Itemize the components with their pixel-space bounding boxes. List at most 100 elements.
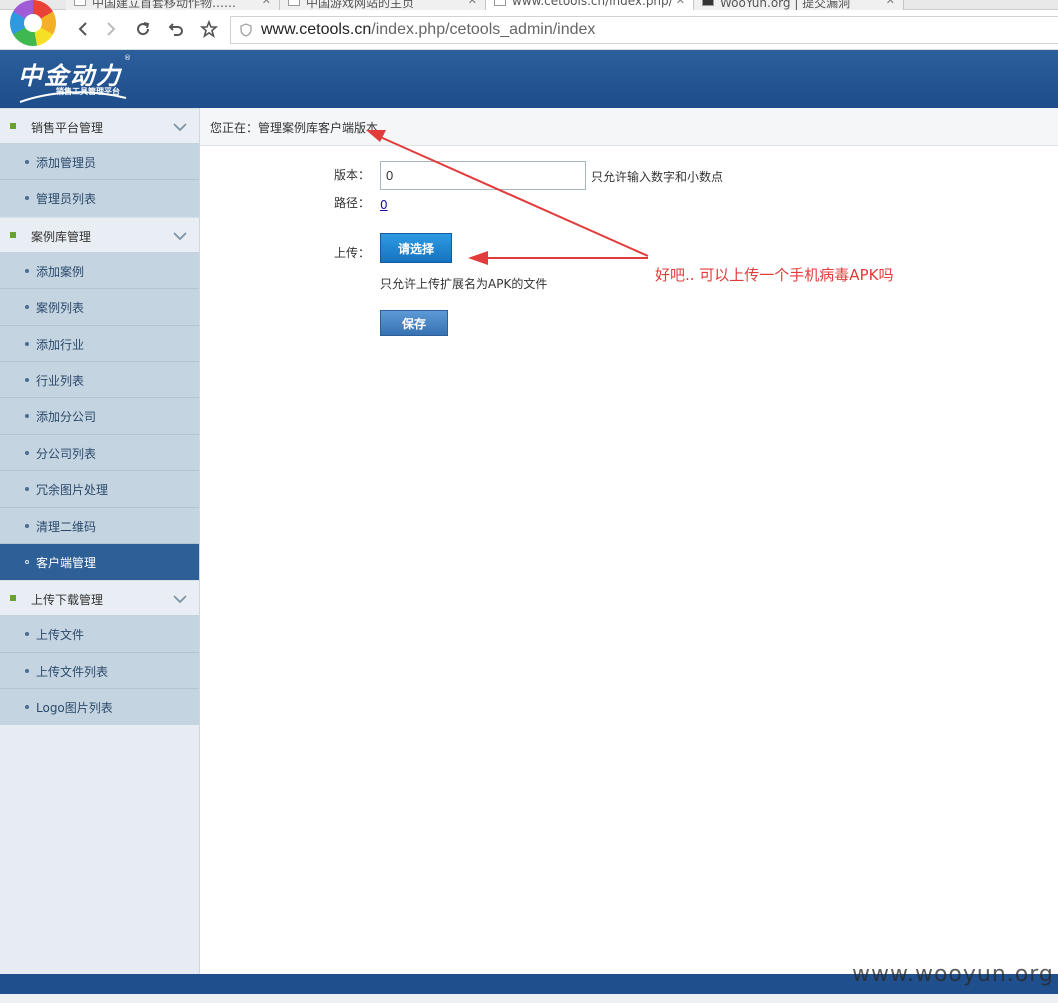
upload-hint: 只允许上传扩展名为APK的文件 xyxy=(380,277,548,291)
sidebar-item-label: 客户端管理 xyxy=(36,555,97,570)
reload-icon xyxy=(137,22,150,36)
sidebar-item-label: Logo图片列表 xyxy=(36,701,113,716)
breadcrumb-bar: 您正在：管理案例库客户端版本 xyxy=(200,108,1058,146)
url-text: www.cetools.cn/index.php/cetools_admin/i… xyxy=(261,21,595,39)
bullet-icon xyxy=(25,160,29,164)
group-label: 销售平台管理 xyxy=(31,121,104,135)
path-label: 路径： xyxy=(334,196,371,210)
url-path: /index.php/cetools_admin/index xyxy=(371,21,596,38)
group-marker-icon xyxy=(10,595,16,602)
group-marker-icon xyxy=(10,123,16,129)
close-icon[interactable]: ✕ xyxy=(676,0,685,7)
undo-button[interactable] xyxy=(165,18,187,40)
breadcrumb: 您正在：管理案例库客户端版本 xyxy=(210,121,379,135)
sidebar-item-logo-image-list[interactable]: Logo图片列表 xyxy=(0,689,199,725)
sidebar-item-case-list[interactable]: 案例列表 xyxy=(0,289,199,326)
sidebar-item-label: 行业列表 xyxy=(36,373,85,388)
chevron-down-icon[interactable] xyxy=(173,120,187,134)
sidebar-item-admin-list[interactable]: 管理员列表 xyxy=(0,180,199,216)
wooyun-icon xyxy=(702,0,714,6)
star-icon xyxy=(200,20,218,38)
back-button[interactable] xyxy=(72,18,94,40)
url-host: www.cetools.cn xyxy=(261,21,372,38)
forward-button[interactable] xyxy=(100,18,122,40)
annotation-arrows xyxy=(366,130,649,265)
page-icon xyxy=(494,0,506,6)
browser-tab-active[interactable]: www.cetools.cn/index.php/ ✕ xyxy=(486,0,694,10)
group-label: 上传下载管理 xyxy=(31,593,104,608)
close-icon[interactable]: ✕ xyxy=(886,0,895,7)
bullet-icon xyxy=(25,305,29,310)
version-label: 版本： xyxy=(334,168,371,182)
arrowhead-icon xyxy=(468,251,488,265)
sidebar-item-industry-list[interactable]: 行业列表 xyxy=(0,362,199,399)
chevron-down-icon[interactable] xyxy=(173,592,187,606)
bullet-icon xyxy=(25,705,29,710)
bullet-icon xyxy=(25,632,29,637)
browser-tab-strip: 中国建立首套移动作物…… ✕ 中国游戏网站的主页 ✕ www.cetools.c… xyxy=(0,0,1058,10)
path-link[interactable]: 0 xyxy=(380,198,388,212)
brand-logo[interactable]: 中金动力 ® 销售工具管理平台 xyxy=(18,54,138,104)
browser-tab[interactable]: 中国建立首套移动作物…… ✕ xyxy=(66,0,280,10)
sidebar-item-add-branch[interactable]: 添加分公司 xyxy=(0,398,199,435)
watermark: www.wooyun.org xyxy=(852,962,1054,987)
tab-title: 中国建立首套移动作物…… xyxy=(92,0,237,10)
sidebar-item-add-admin[interactable]: 添加管理员 xyxy=(0,144,199,181)
sidebar-item-label: 添加分公司 xyxy=(36,410,97,425)
browser-logo-icon[interactable] xyxy=(10,0,56,46)
bullet-icon xyxy=(25,523,29,528)
sidebar-item-add-industry[interactable]: 添加行业 xyxy=(0,326,199,362)
page-icon xyxy=(74,0,86,6)
shield-icon xyxy=(240,23,252,37)
bullet-icon xyxy=(25,487,29,492)
sidebar-item-label: 清理二维码 xyxy=(36,519,97,534)
sidebar-item-uploaded-file-list[interactable]: 上传文件列表 xyxy=(0,653,199,690)
version-input[interactable] xyxy=(380,161,586,190)
reload-button[interactable] xyxy=(132,18,154,40)
bullet-icon xyxy=(25,450,29,455)
version-hint: 只允许输入数字和小数点 xyxy=(591,170,724,184)
sidebar-item-add-case[interactable]: 添加案例 xyxy=(0,253,199,290)
browser-tab[interactable]: WooYun.org | 提交漏洞 ✕ xyxy=(694,0,904,10)
bullet-icon xyxy=(25,377,29,382)
app-header: 中金动力 ® 销售工具管理平台 xyxy=(0,50,1058,108)
bullet-icon xyxy=(25,341,29,346)
sidebar-item-label: 上传文件列表 xyxy=(36,664,109,679)
close-icon[interactable]: ✕ xyxy=(262,0,271,7)
sidebar-group-sales-platform[interactable]: 销售平台管理 xyxy=(0,108,199,144)
sidebar-item-label: 分公司列表 xyxy=(36,446,97,461)
sidebar-item-label: 添加案例 xyxy=(36,264,85,279)
sidebar-item-clean-qrcode[interactable]: 清理二维码 xyxy=(0,508,199,544)
undo-icon xyxy=(168,23,183,36)
sidebar-item-redundant-images[interactable]: 冗余图片处理 xyxy=(0,471,199,508)
tab-title: 中国游戏网站的主页 xyxy=(306,0,415,10)
browser-tab[interactable]: 中国游戏网站的主页 ✕ xyxy=(280,0,486,10)
sidebar-item-label: 添加行业 xyxy=(36,337,85,352)
sidebar-item-label: 冗余图片处理 xyxy=(36,483,109,498)
sidebar-item-label: 上传文件 xyxy=(36,628,85,643)
sidebar-item-list: 上传文件 上传文件列表 Logo图片列表 xyxy=(0,616,199,726)
sidebar-item-label: 添加管理员 xyxy=(36,156,97,170)
tab-title: www.cetools.cn/index.php/ xyxy=(512,0,673,8)
tab-title: WooYun.org | 提交漏洞 xyxy=(720,0,851,10)
chevron-right-icon xyxy=(107,22,116,36)
sidebar-group-upload-download[interactable]: 上传下载管理 xyxy=(0,580,199,617)
chevron-down-icon[interactable] xyxy=(173,229,187,243)
sidebar-item-client-management[interactable]: 客户端管理 xyxy=(0,543,199,581)
sidebar-group-case-library[interactable]: 案例库管理 xyxy=(0,216,199,253)
choose-file-button[interactable]: 请选择 xyxy=(380,233,452,263)
bookmark-button[interactable] xyxy=(198,18,220,40)
sidebar-item-list: 添加管理员 管理员列表 xyxy=(0,144,199,217)
bullet-icon xyxy=(25,668,29,673)
brand-subtitle: 销售工具管理平台 xyxy=(56,87,120,96)
address-bar[interactable]: www.cetools.cn/index.php/cetools_admin/i… xyxy=(230,16,1058,44)
sidebar-item-label: 案例列表 xyxy=(36,301,85,316)
sidebar-item-upload-file[interactable]: 上传文件 xyxy=(0,616,199,653)
upload-label: 上传： xyxy=(334,246,371,260)
group-marker-icon xyxy=(10,231,16,238)
save-button[interactable]: 保存 xyxy=(380,310,448,336)
close-icon[interactable]: ✕ xyxy=(468,0,477,7)
sidebar-item-branch-list[interactable]: 分公司列表 xyxy=(0,435,199,472)
bullet-icon xyxy=(25,268,29,273)
bullet-icon xyxy=(25,559,29,564)
